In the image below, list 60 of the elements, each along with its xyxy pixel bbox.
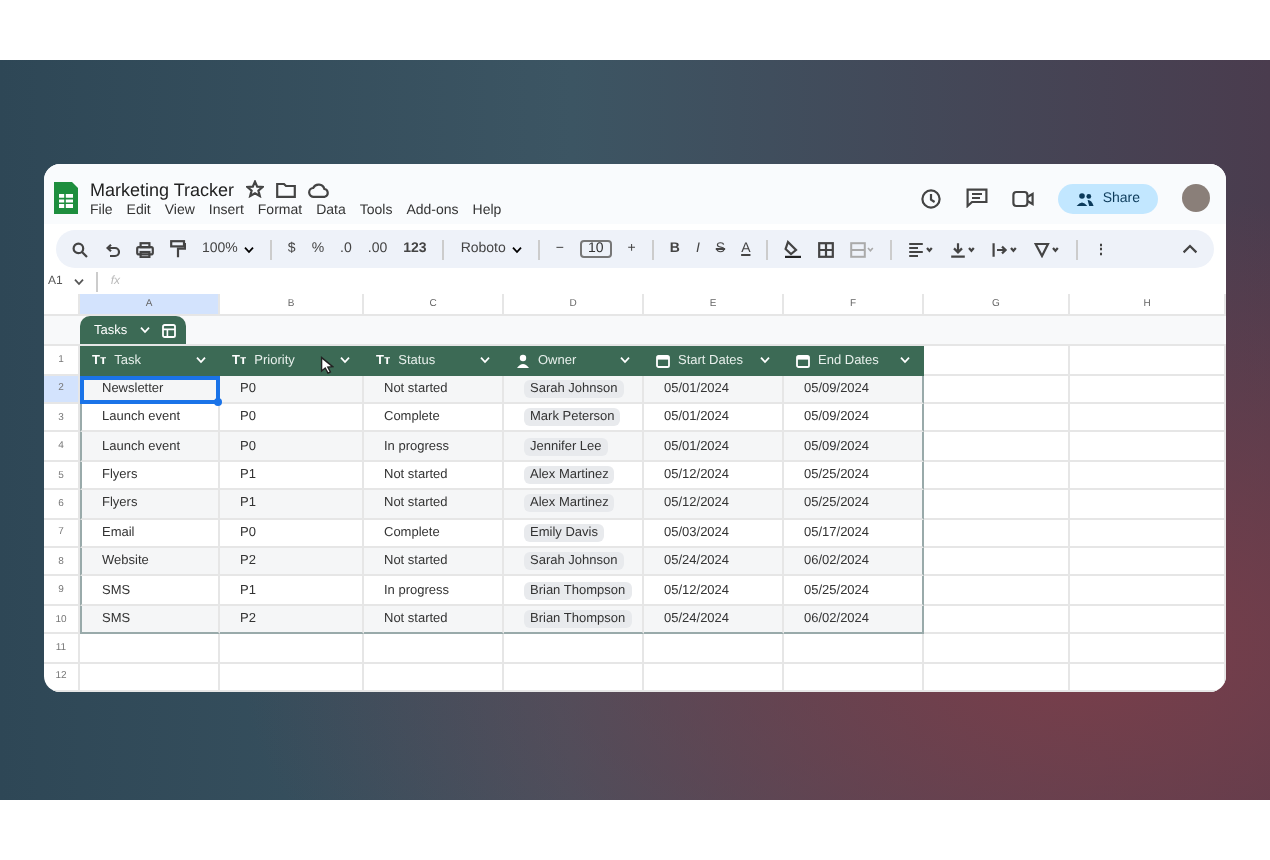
empty-cell[interactable]: [364, 663, 504, 692]
sheets-logo-icon: [52, 180, 80, 217]
empty-cell[interactable]: [1070, 605, 1226, 635]
empty-cell[interactable]: [220, 663, 364, 692]
undo-icon[interactable]: [104, 241, 120, 258]
empty-cell[interactable]: [924, 634, 1070, 664]
empty-cell[interactable]: [504, 663, 644, 692]
empty-cell[interactable]: [364, 634, 504, 664]
empty-cell[interactable]: [1070, 634, 1226, 664]
avatar[interactable]: [1182, 184, 1210, 213]
document-title[interactable]: Marketing Tracker: [90, 179, 235, 200]
cell-reference-caret-icon[interactable]: [74, 277, 85, 286]
star-icon[interactable]: [246, 180, 265, 199]
calendar-icon: [796, 353, 810, 367]
print-icon[interactable]: [136, 241, 154, 258]
empty-cell[interactable]: [504, 634, 644, 664]
align-left-icon[interactable]: [908, 241, 935, 258]
text-rotation-icon[interactable]: [1034, 241, 1061, 258]
empty-cell[interactable]: [644, 634, 784, 664]
merge-cells-icon[interactable]: [850, 241, 875, 258]
empty-cell[interactable]: [1070, 663, 1226, 692]
paint-format-icon[interactable]: [170, 240, 186, 259]
empty-cell[interactable]: [1070, 346, 1226, 376]
video-call-icon[interactable]: [1012, 189, 1035, 208]
empty-cell[interactable]: [924, 461, 1070, 491]
empty-cell[interactable]: [644, 663, 784, 692]
vertical-align-icon[interactable]: [950, 241, 977, 258]
history-icon[interactable]: [920, 187, 943, 210]
empty-cell[interactable]: [1070, 576, 1226, 606]
empty-cell[interactable]: [924, 519, 1070, 549]
calendar-icon: [656, 353, 670, 367]
empty-cell[interactable]: [1070, 519, 1226, 549]
empty-cell[interactable]: [1070, 432, 1226, 462]
text-wrap-icon[interactable]: [992, 241, 1019, 258]
empty-cell[interactable]: [924, 404, 1070, 433]
comment-icon[interactable]: [966, 188, 989, 209]
cloud-icon[interactable]: [308, 181, 331, 198]
borders-icon[interactable]: [818, 241, 835, 258]
empty-cell[interactable]: [80, 663, 220, 692]
empty-cell[interactable]: [784, 634, 924, 664]
empty-cell[interactable]: [1070, 461, 1226, 491]
person-icon: [516, 353, 530, 367]
caret-icon[interactable]: [511, 245, 522, 254]
caret-icon[interactable]: [243, 245, 254, 254]
dropdown-caret-icon[interactable]: [139, 326, 150, 335]
collapse-icon[interactable]: [1182, 244, 1198, 255]
empty-cell[interactable]: [1070, 490, 1226, 520]
empty-cell[interactable]: [1070, 548, 1226, 577]
people-icon: [1076, 191, 1095, 206]
empty-cell[interactable]: [924, 576, 1070, 606]
empty-cell[interactable]: [220, 634, 364, 664]
table-icon[interactable]: [161, 323, 176, 338]
empty-cell[interactable]: [1070, 375, 1226, 405]
search-icon[interactable]: [72, 241, 88, 258]
folder-icon[interactable]: [276, 181, 297, 198]
empty-cell[interactable]: [784, 663, 924, 692]
empty-cell[interactable]: [1070, 404, 1226, 433]
empty-cell[interactable]: [924, 663, 1070, 692]
fill-color-icon[interactable]: [784, 240, 803, 259]
empty-cell[interactable]: [80, 634, 220, 664]
